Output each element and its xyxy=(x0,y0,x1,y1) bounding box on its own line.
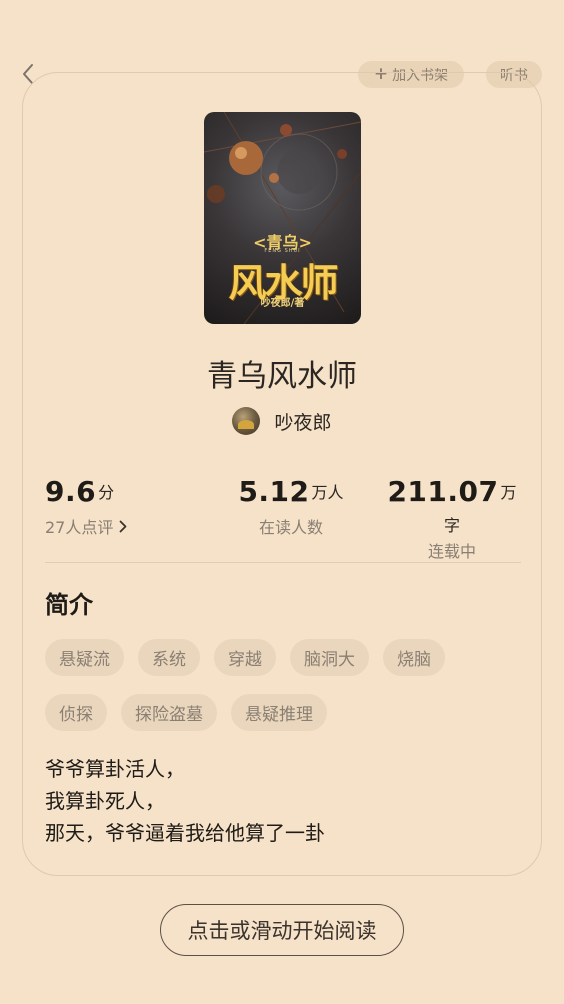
book-info-card: <青乌> FENG SHUI 风水师 吵夜郎/著 青乌风水师 吵夜郎 9.6 分 … xyxy=(22,72,542,876)
tag-list: 悬疑流 系统 穿越 脑洞大 烧脑 侦探 探险盗墓 悬疑推理 xyxy=(45,639,505,731)
book-title: 青乌风水师 xyxy=(207,359,357,394)
readers-stat: 5.12 万人 在读人数 xyxy=(231,475,351,538)
readers-label: 在读人数 xyxy=(258,518,323,537)
rating-value: 9.6 xyxy=(45,475,97,508)
start-reading-button[interactable]: 点击或滑动开始阅读 xyxy=(160,904,404,956)
avatar xyxy=(232,407,261,435)
readers-unit: 万人 xyxy=(311,483,344,502)
tag-item[interactable]: 系统 xyxy=(138,639,200,676)
word-count-value: 211.07 xyxy=(387,475,499,508)
intro-heading: 简介 xyxy=(45,591,93,619)
tag-item[interactable]: 侦探 xyxy=(45,694,107,731)
author-name: 吵夜郎 xyxy=(274,411,332,434)
rating-count-label: 27人点评 xyxy=(45,518,114,537)
word-count-stat: 211.07 万字 连载中 xyxy=(382,475,522,562)
serial-status-label: 连载中 xyxy=(427,542,476,561)
intro-text: 爷爷算卦活人， 我算卦死人， 那天，爷爷逼着我给他算了一卦 xyxy=(45,753,515,849)
divider xyxy=(45,562,521,563)
cover-author: 吵夜郎/著 xyxy=(260,298,305,309)
rating-stat[interactable]: 9.6 分 27人点评 xyxy=(45,475,127,538)
tag-item[interactable]: 悬疑推理 xyxy=(231,694,327,731)
readers-value: 5.12 xyxy=(238,475,310,508)
tag-item[interactable]: 探险盗墓 xyxy=(121,694,217,731)
tag-item[interactable]: 穿越 xyxy=(214,639,276,676)
intro-line: 那天，爷爷逼着我给他算了一卦 xyxy=(45,821,325,845)
tag-item[interactable]: 烧脑 xyxy=(383,639,445,676)
intro-line: 爷爷算卦活人， xyxy=(45,757,185,781)
chevron-right-icon xyxy=(119,520,127,532)
tag-item[interactable]: 悬疑流 xyxy=(45,639,124,676)
author-row[interactable]: 吵夜郎 xyxy=(23,407,541,435)
book-detail-page: + 加入书架 听书 <青乌> FENG SHUI 风水师 吵夜郎/著 青乌风水师… xyxy=(0,0,564,1004)
intro-line: 我算卦死人， xyxy=(45,789,165,813)
tag-item[interactable]: 脑洞大 xyxy=(290,639,369,676)
rating-unit: 分 xyxy=(98,483,115,502)
start-reading-label: 点击或滑动开始阅读 xyxy=(187,919,377,943)
book-cover[interactable]: <青乌> FENG SHUI 风水师 吵夜郎/著 xyxy=(204,112,361,324)
